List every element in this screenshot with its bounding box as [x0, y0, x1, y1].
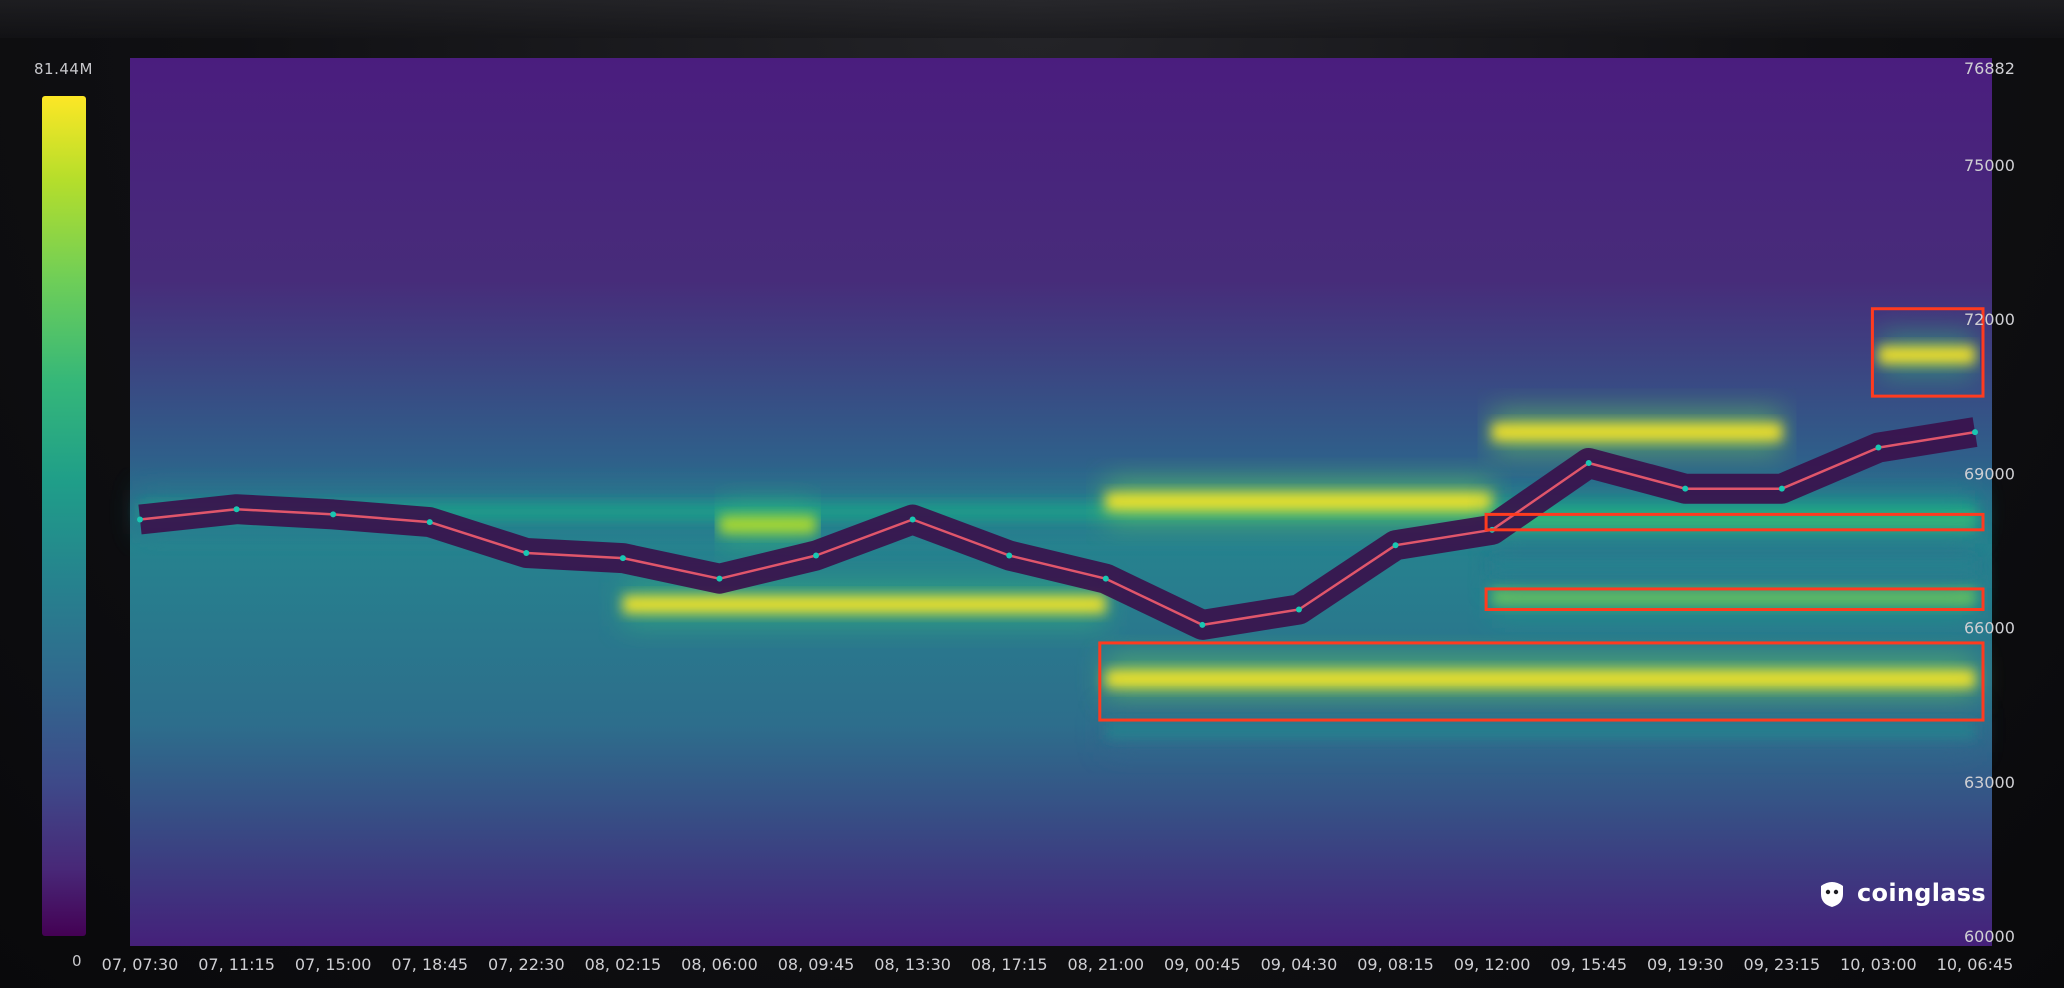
x-tick-label: 09, 19:30 — [1647, 955, 1724, 974]
y-tick-label: 66000 — [1964, 619, 2015, 638]
price-point — [813, 552, 820, 559]
x-tick-label: 10, 06:45 — [1937, 955, 2014, 974]
liquidity-band — [622, 595, 1106, 614]
price-point — [1102, 575, 1109, 582]
x-tick-label: 08, 13:30 — [874, 955, 951, 974]
price-point — [1972, 429, 1978, 436]
price-point — [1006, 552, 1013, 559]
x-tick-label: 10, 03:00 — [1840, 955, 1917, 974]
price-point — [1199, 621, 1206, 628]
price-point — [426, 519, 433, 526]
x-tick-label: 08, 21:00 — [1067, 955, 1144, 974]
y-tick-label: 60000 — [1964, 927, 2015, 946]
price-point — [619, 555, 626, 562]
price-point — [523, 549, 530, 556]
y-tick-label: 72000 — [1964, 310, 2015, 329]
x-axis: 07, 07:30 07, 11:15 07, 15:00 07, 18:45 07, … — [102, 955, 2014, 974]
x-tick-label: 09, 23:15 — [1744, 955, 1821, 974]
x-tick-label: 08, 17:15 — [971, 955, 1048, 974]
x-tick-label: 09, 12:00 — [1454, 955, 1531, 974]
liquidity-band — [1492, 556, 1975, 575]
price-point — [716, 575, 723, 582]
price-point — [233, 506, 240, 513]
price-point — [1778, 485, 1785, 492]
price-point — [137, 516, 143, 523]
x-tick-label: 07, 11:15 — [198, 955, 275, 974]
x-tick-label: 08, 06:00 — [681, 955, 758, 974]
brand-name: coinglass — [1857, 879, 1986, 907]
x-tick-label: 09, 08:15 — [1357, 955, 1434, 974]
coinglass-icon — [1821, 882, 1843, 907]
liquidity-band — [1105, 492, 1493, 511]
y-tick-label: 63000 — [1964, 773, 2015, 792]
coinglass-logo: coinglass — [1815, 876, 1986, 910]
y-tick-label: 75000 — [1964, 156, 2015, 175]
x-tick-label: 08, 02:15 — [585, 955, 662, 974]
liquidation-heatmap: 76882 75000 72000 69000 66000 63000 60000 07, … — [102, 58, 2015, 974]
price-point — [1875, 444, 1882, 451]
liquidity-band — [1105, 669, 1975, 688]
chart-page: 81.44M 0 76882 75000 72000 69000 66000 63000 6… — [0, 0, 2064, 988]
x-tick-label: 09, 00:45 — [1164, 955, 1241, 974]
x-tick-label: 07, 15:00 — [295, 955, 372, 974]
price-point — [909, 516, 916, 523]
price-point — [1392, 542, 1399, 549]
y-tick-label: 76882 — [1964, 59, 2015, 78]
x-tick-label: 07, 22:30 — [488, 955, 565, 974]
x-tick-label: 09, 15:45 — [1550, 955, 1627, 974]
price-point — [1682, 485, 1689, 492]
x-tick-label: 08, 09:45 — [778, 955, 855, 974]
liquidity-band — [1492, 423, 1782, 442]
liquidity-band — [719, 515, 817, 534]
liquidity-band — [1105, 721, 1975, 740]
y-tick-label: 69000 — [1964, 464, 2015, 483]
price-point — [1585, 459, 1592, 466]
x-tick-label: 07, 07:30 — [102, 955, 179, 974]
x-tick-label: 09, 04:30 — [1261, 955, 1338, 974]
x-tick-label: 07, 18:45 — [391, 955, 468, 974]
price-point — [1295, 606, 1302, 613]
price-point — [330, 511, 337, 518]
liquidity-band — [1878, 346, 1975, 365]
